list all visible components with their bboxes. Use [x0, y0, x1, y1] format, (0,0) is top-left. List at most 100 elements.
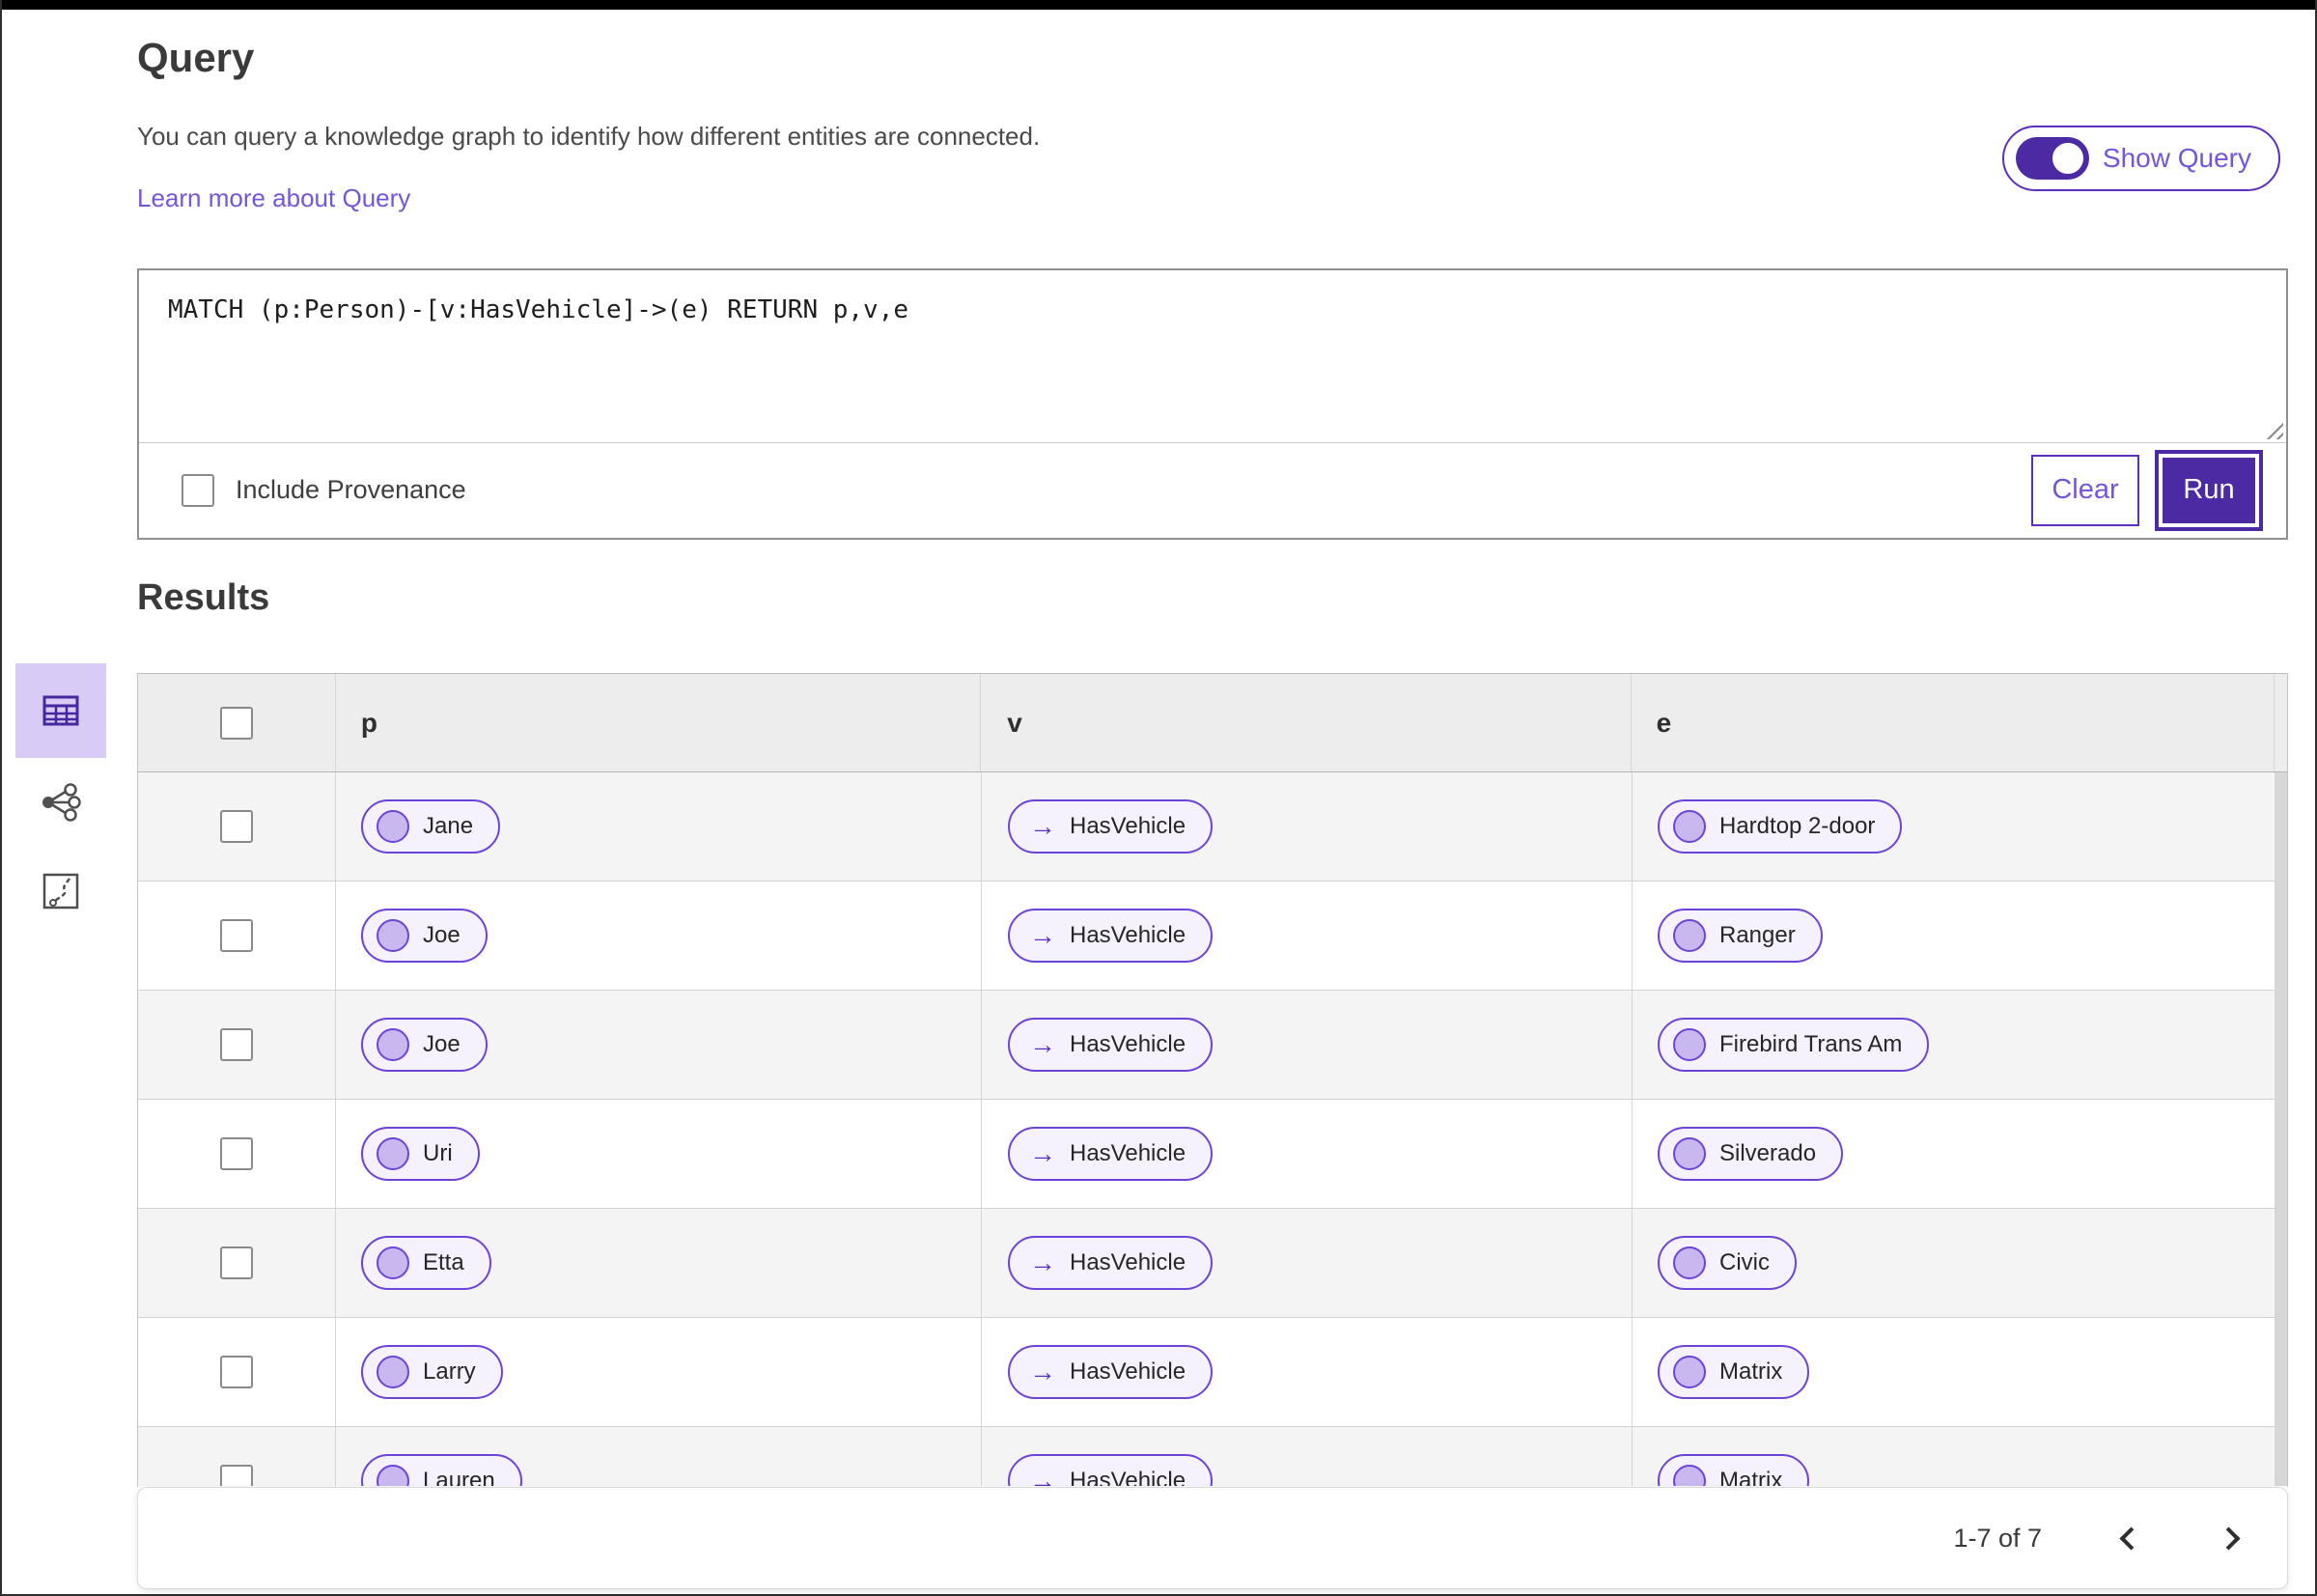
edge-label: HasVehicle	[1070, 1140, 1186, 1166]
row-checkbox[interactable]	[220, 1246, 253, 1279]
sidebar-item-graph-view[interactable]	[31, 772, 91, 832]
node-pill[interactable]: Larry	[361, 1345, 503, 1399]
query-textarea[interactable]: MATCH (p:Person)-[v:HasVehicle]->(e) RET…	[139, 270, 2286, 443]
node-circle-icon	[377, 1465, 409, 1486]
arrow-right-icon: →	[1029, 1466, 1056, 1487]
cell-p: Lauren	[336, 1427, 982, 1486]
row-checkbox[interactable]	[220, 1465, 253, 1486]
node-label: Hardtop 2-door	[1719, 813, 1876, 839]
node-pill[interactable]: Matrix	[1658, 1345, 1810, 1399]
table-scrollbar[interactable]	[2275, 772, 2287, 1486]
chevron-left-icon[interactable]	[2119, 1526, 2143, 1551]
graph-network-icon	[42, 783, 81, 822]
node-label: Lauren	[423, 1468, 495, 1486]
node-pill[interactable]: Matrix	[1658, 1454, 1810, 1486]
clear-button[interactable]: Clear	[2031, 454, 2139, 526]
arrow-right-icon: →	[1029, 1029, 1056, 1059]
cell-v: → HasVehicle	[982, 882, 1633, 990]
run-button[interactable]: Run	[2155, 449, 2263, 531]
arrow-right-icon: →	[1029, 1357, 1056, 1386]
row-checkbox[interactable]	[220, 1137, 253, 1170]
query-page: Query You can query a knowledge graph to…	[0, 0, 2317, 1596]
cell-e: Matrix	[1633, 1427, 2276, 1486]
row-checkbox[interactable]	[220, 810, 253, 843]
node-pill[interactable]: Joe	[361, 909, 488, 963]
edge-pill[interactable]: → HasVehicle	[1008, 1127, 1214, 1181]
cell-e: Hardtop 2-door	[1633, 772, 2276, 881]
top-black-bar	[2, 0, 2315, 10]
edge-label: HasVehicle	[1070, 1249, 1186, 1275]
cell-p: Joe	[336, 991, 982, 1099]
node-pill[interactable]: Jane	[361, 799, 501, 854]
edge-label: HasVehicle	[1070, 813, 1186, 839]
cell-e: Civic	[1633, 1209, 2276, 1317]
sidebar-item-table-view[interactable]	[15, 663, 106, 758]
row-checkbox-cell	[138, 1318, 336, 1426]
table-row: Etta → HasVehicle Civic	[138, 1209, 2287, 1318]
arrow-right-icon: →	[1029, 1247, 1056, 1277]
table-row: Joe → HasVehicle Firebird Trans Am	[138, 991, 2287, 1100]
node-pill[interactable]: Lauren	[361, 1454, 522, 1486]
select-all-checkbox[interactable]	[219, 706, 253, 740]
node-circle-icon	[377, 919, 409, 952]
edge-pill[interactable]: → HasVehicle	[1008, 1454, 1214, 1487]
edge-pill[interactable]: → HasVehicle	[1008, 909, 1214, 963]
table-row: Joe → HasVehicle Ranger	[138, 882, 2287, 991]
arrow-right-icon: →	[1029, 811, 1056, 841]
cell-v: → HasVehicle	[982, 1100, 1633, 1208]
row-checkbox[interactable]	[220, 919, 253, 952]
table-row: Larry → HasVehicle Matrix	[138, 1318, 2287, 1427]
node-label: Jane	[423, 813, 474, 839]
node-label: Firebird Trans Am	[1719, 1031, 1903, 1057]
node-label: Matrix	[1719, 1358, 1783, 1385]
row-checkbox-cell	[138, 772, 336, 881]
sidebar-item-chart-view[interactable]	[31, 861, 91, 921]
node-pill[interactable]: Firebird Trans Am	[1658, 1018, 1930, 1072]
node-pill[interactable]: Joe	[361, 1018, 488, 1072]
column-header-p[interactable]: p	[336, 674, 982, 771]
table-row: Uri → HasVehicle Silverado	[138, 1100, 2287, 1209]
query-editor-card: MATCH (p:Person)-[v:HasVehicle]->(e) RET…	[137, 268, 2288, 540]
show-query-toggle[interactable]	[2015, 137, 2089, 180]
node-circle-icon	[1673, 1465, 1706, 1486]
row-checkbox-cell	[138, 991, 336, 1099]
include-provenance-checkbox[interactable]	[181, 473, 214, 507]
table-header-row: p v e	[138, 673, 2287, 772]
node-pill[interactable]: Hardtop 2-door	[1658, 799, 1903, 854]
arrow-right-icon: →	[1029, 1138, 1056, 1168]
row-checkbox[interactable]	[220, 1356, 253, 1388]
page-title: Query	[137, 35, 255, 80]
resize-handle-icon[interactable]	[2262, 418, 2283, 439]
node-pill[interactable]: Silverado	[1658, 1127, 1844, 1181]
node-pill[interactable]: Uri	[361, 1127, 480, 1181]
edge-pill[interactable]: → HasVehicle	[1008, 1236, 1214, 1290]
column-header-e[interactable]: e	[1632, 674, 2275, 771]
node-pill[interactable]: Etta	[361, 1236, 491, 1290]
node-circle-icon	[1673, 1028, 1706, 1061]
table-row: Jane → HasVehicle Hardtop 2-door	[138, 772, 2287, 882]
cell-v: → HasVehicle	[982, 772, 1633, 881]
chevron-right-icon[interactable]	[2217, 1526, 2241, 1551]
edge-pill[interactable]: → HasVehicle	[1008, 1345, 1214, 1399]
node-circle-icon	[1673, 1137, 1706, 1170]
include-provenance-option[interactable]: Include Provenance	[181, 473, 466, 507]
query-editor-footer: Include Provenance Clear Run	[139, 443, 2286, 537]
scrollbar-thumb[interactable]	[2275, 772, 2287, 1486]
show-query-toggle-button[interactable]: Show Query	[2001, 126, 2280, 191]
edge-pill[interactable]: → HasVehicle	[1008, 799, 1214, 854]
node-pill[interactable]: Civic	[1658, 1236, 1797, 1290]
header-scroll-spacer	[2275, 674, 2287, 771]
column-header-v[interactable]: v	[981, 674, 1632, 771]
row-checkbox-cell	[138, 1100, 336, 1208]
learn-more-link[interactable]: Learn more about Query	[137, 183, 410, 213]
node-label: Matrix	[1719, 1468, 1783, 1486]
query-text: MATCH (p:Person)-[v:HasVehicle]->(e) RET…	[168, 295, 909, 324]
node-label: Ranger	[1719, 922, 1796, 948]
node-pill[interactable]: Ranger	[1658, 909, 1823, 963]
cell-v: → HasVehicle	[982, 1318, 1633, 1426]
page-description: You can query a knowledge graph to ident…	[137, 122, 1041, 151]
edge-pill[interactable]: → HasVehicle	[1008, 1018, 1214, 1072]
node-circle-icon	[1673, 1246, 1706, 1279]
table-row: Lauren → HasVehicle Matrix	[138, 1427, 2287, 1486]
row-checkbox[interactable]	[220, 1028, 253, 1061]
